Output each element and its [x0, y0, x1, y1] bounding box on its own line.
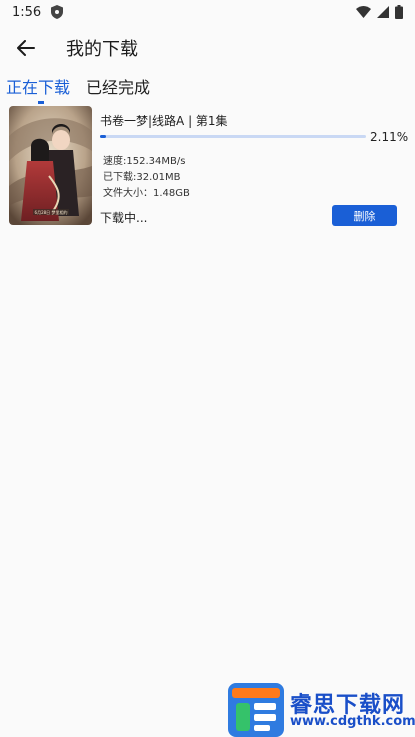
battery-icon [395, 5, 403, 19]
app-bar: 我的下载 [0, 30, 415, 66]
progress-fill [100, 135, 106, 138]
back-button[interactable] [12, 34, 40, 62]
file-size: 文件大小：1.48GB [103, 188, 190, 199]
poster-caption: 6月28日 梦里相约 [35, 209, 68, 215]
watermark-url: www.cdgthk.com [290, 714, 415, 729]
download-item[interactable]: 6月28日 梦里相约 书卷一梦|线路A | 第1集 2.11% 速度:152.3… [9, 106, 409, 228]
site-logo [228, 683, 284, 737]
shield-icon [51, 5, 64, 19]
poster-thumbnail[interactable]: 6月28日 梦里相约 [9, 106, 92, 225]
signal-icon [377, 6, 389, 18]
download-title: 书卷一梦|线路A | 第1集 [100, 114, 228, 128]
status-bar: 1:56 [0, 0, 415, 24]
tab-downloading-label: 正在下载 [6, 78, 71, 97]
downloaded-amount: 已下载:32.01MB [103, 172, 181, 183]
status-time: 1:56 [12, 4, 42, 20]
tab-downloading[interactable]: 正在下载 [6, 74, 71, 104]
download-speed: 速度:152.34MB/s [103, 156, 186, 167]
arrow-left-icon [17, 40, 35, 56]
download-status: 下载中... [100, 211, 148, 225]
tab-bar: 正在下载 已经完成 [0, 72, 150, 104]
page-title: 我的下载 [66, 39, 138, 60]
delete-button[interactable]: 删除 [332, 205, 397, 226]
progress-percent: 2.11% [370, 130, 409, 144]
progress-bar [100, 135, 366, 138]
tab-indicator [38, 101, 44, 104]
watermark: 睿思下载网 www.cdgthk.com [228, 683, 415, 737]
wifi-icon [356, 6, 371, 18]
tab-completed[interactable]: 已经完成 [86, 74, 150, 98]
tab-completed-label: 已经完成 [86, 78, 151, 97]
poster-image: 6月28日 梦里相约 [9, 106, 92, 225]
